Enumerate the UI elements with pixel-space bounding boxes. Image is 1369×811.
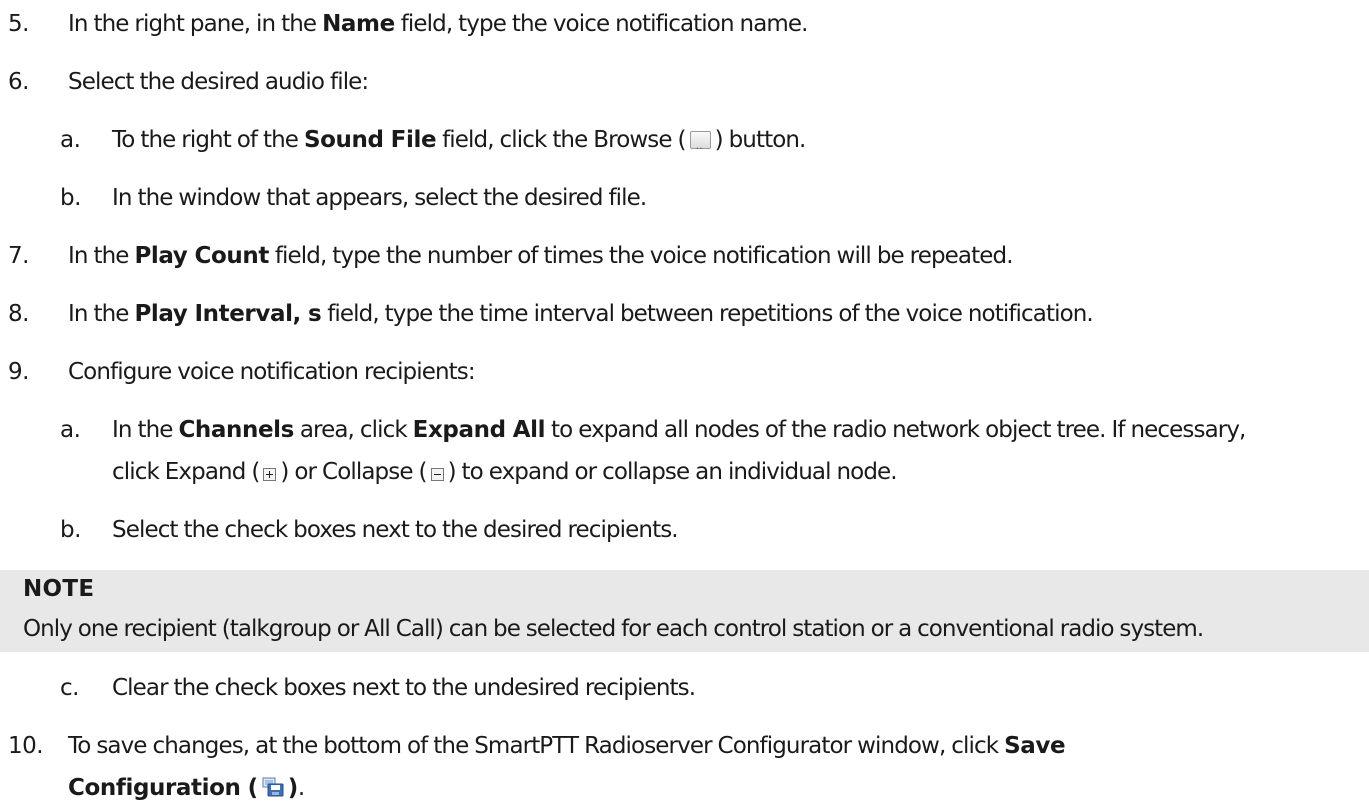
bold-term: Channels — [178, 417, 294, 443]
note-box: NOTE Only one recipient (talkgroup or Al… — [0, 570, 1369, 652]
substep-letter: a. — [60, 127, 81, 153]
text-segment: In the — [68, 301, 135, 327]
step-number: 9. — [8, 359, 29, 385]
text-segment: to expand all nodes of the radio network… — [545, 417, 1246, 443]
step-5-text: In the right pane, in the Name field, ty… — [68, 3, 808, 45]
text-segment: field, type the voice notification name. — [394, 11, 809, 37]
text-segment: ) or Collapse ( — [280, 459, 427, 485]
text-segment: In the — [68, 243, 135, 269]
text-segment: . — [297, 775, 305, 801]
text-segment: In the right pane, in the — [68, 11, 323, 37]
substep-letter: c. — [60, 675, 79, 701]
text-segment: ) button. — [714, 127, 807, 153]
step-number: 7. — [8, 243, 29, 269]
substep-letter: a. — [60, 417, 81, 443]
text-segment: click Expand ( — [112, 459, 260, 485]
step-9b-text: Select the check boxes next to the desir… — [112, 517, 679, 543]
step-10-text: To save changes, at the bottom of the Sm… — [68, 725, 1066, 767]
browse-icon — [689, 125, 711, 167]
expand-plus-icon — [263, 468, 277, 481]
step-number: 6. — [8, 69, 29, 95]
text-segment: field, click the Browse ( — [436, 127, 686, 153]
step-10-text-line2: Configuration ( ). — [68, 767, 305, 809]
text-segment: field, type the time interval between re… — [321, 301, 1094, 327]
bold-term: Sound File — [303, 127, 437, 153]
bold-term: Expand All — [412, 417, 546, 443]
step-number: 5. — [8, 11, 29, 37]
bold-term: Configuration ( — [68, 775, 258, 801]
step-6b-text: In the window that appears, select the d… — [112, 185, 647, 211]
step-number: 8. — [8, 301, 29, 327]
bold-term: Play Count — [134, 243, 269, 269]
note-text: Only one recipient (talkgroup or All Cal… — [23, 616, 1204, 642]
collapse-minus-icon — [430, 468, 444, 481]
save-configuration-icon — [262, 769, 284, 797]
step-6-text: Select the desired audio file: — [68, 69, 369, 95]
step-9a-text: In the Channels area, click Expand All t… — [112, 409, 1246, 451]
step-number: 10. — [8, 733, 44, 759]
substep-letter: b. — [60, 517, 81, 543]
step-9-text: Configure voice notification recipients: — [68, 359, 476, 385]
step-8-text: In the Play Interval, s field, type the … — [68, 293, 1094, 335]
bold-term: Name — [322, 11, 395, 37]
note-title: NOTE — [23, 576, 95, 602]
bold-term: Play Interval, s — [134, 301, 322, 327]
step-9a-text-line2: click Expand ( ) or Collapse ( ) to expand… — [112, 451, 898, 493]
text-segment: To the right of the — [112, 127, 304, 153]
text-segment: In the — [112, 417, 179, 443]
text-segment: area, click — [293, 417, 413, 443]
text-segment: To save changes, at the bottom of the Sm… — [68, 733, 1005, 759]
step-9c-text: Clear the check boxes next to the undesi… — [112, 675, 696, 701]
bold-term: Save — [1004, 733, 1066, 759]
text-segment: ) to expand or collapse an individual no… — [447, 459, 898, 485]
step-6a-text: To the right of the Sound File field, cl… — [112, 119, 807, 167]
text-segment: field, type the number of times the voic… — [268, 243, 1014, 269]
step-7-text: In the Play Count field, type the number… — [68, 235, 1014, 277]
substep-letter: b. — [60, 185, 81, 211]
bold-term: ) — [287, 775, 299, 801]
